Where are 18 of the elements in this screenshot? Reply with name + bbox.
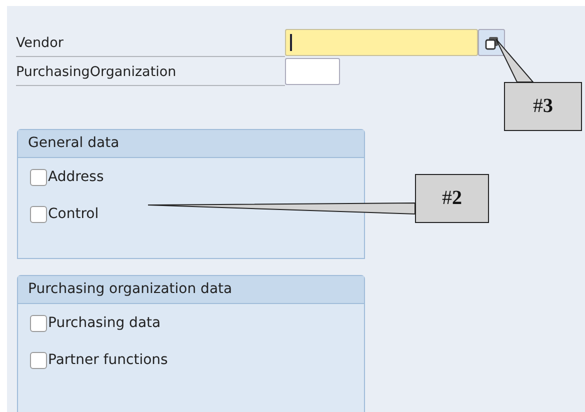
- checkbox[interactable]: [30, 314, 47, 332]
- checkbox[interactable]: [30, 206, 47, 222]
- checkbox[interactable]: [30, 352, 47, 368]
- callout-box: #2: [415, 174, 489, 223]
- checkbox-label: Partner functions: [48, 352, 168, 368]
- field-label: Vendor: [16, 28, 285, 57]
- checkbox-label: Address: [48, 169, 104, 185]
- group-header: General data: [18, 130, 364, 158]
- copy-icon: [484, 36, 498, 50]
- field-label: PurchasingOrganization: [16, 57, 285, 86]
- value-help-button[interactable]: [478, 29, 505, 56]
- checkbox-label: Purchasing data: [48, 315, 161, 331]
- input-field[interactable]: [285, 29, 478, 56]
- checkbox-label: Control: [48, 206, 99, 222]
- group-header: Purchasing organization data: [18, 276, 364, 304]
- callout-pointer: [496, 38, 534, 82]
- checkbox[interactable]: [30, 168, 47, 186]
- input-field[interactable]: [285, 58, 340, 85]
